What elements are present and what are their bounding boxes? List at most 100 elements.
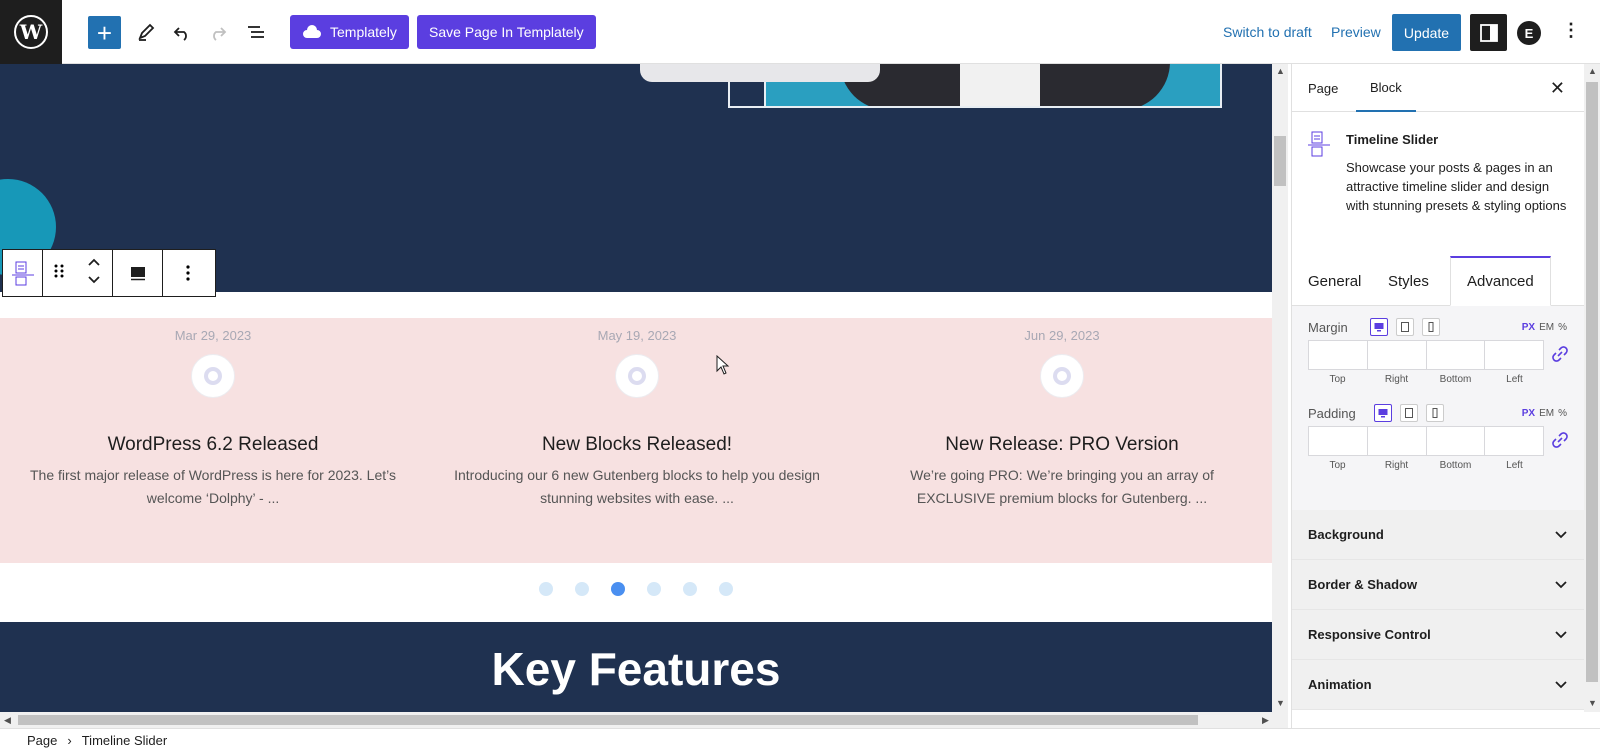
unit-percent[interactable]: % bbox=[1558, 322, 1567, 333]
chevron-down-icon bbox=[1555, 680, 1567, 688]
padding-bottom-input[interactable] bbox=[1427, 427, 1486, 455]
editor-top-bar: W + Templately Save Page In Templately S… bbox=[0, 0, 1600, 64]
padding-top-input[interactable] bbox=[1309, 427, 1368, 455]
scroll-down-icon[interactable]: ▼ bbox=[1588, 698, 1597, 708]
redo-icon[interactable] bbox=[206, 20, 230, 44]
scroll-down-icon[interactable]: ▼ bbox=[1276, 698, 1285, 708]
preview-button[interactable]: Preview bbox=[1331, 24, 1381, 40]
slider-dot[interactable] bbox=[611, 582, 625, 596]
align-button[interactable] bbox=[113, 250, 163, 296]
update-button[interactable]: Update bbox=[1392, 14, 1461, 51]
canvas-horizontal-scrollbar[interactable]: ◀ ▶ bbox=[0, 712, 1288, 728]
mobile-icon[interactable] bbox=[1426, 404, 1444, 422]
move-controls bbox=[43, 250, 113, 296]
padding-left-input[interactable] bbox=[1485, 427, 1543, 455]
unit-px[interactable]: PX bbox=[1522, 322, 1535, 333]
tablet-icon[interactable] bbox=[1400, 404, 1418, 422]
block-title: Timeline Slider bbox=[1346, 132, 1439, 147]
tab-page[interactable]: Page bbox=[1308, 64, 1338, 112]
add-block-button[interactable]: + bbox=[88, 16, 121, 49]
panel-border-shadow[interactable]: Border & Shadow bbox=[1292, 560, 1585, 610]
slider-dot[interactable] bbox=[719, 582, 733, 596]
block-type-icon[interactable] bbox=[3, 250, 43, 296]
settings-panel-toggle[interactable] bbox=[1470, 14, 1507, 51]
margin-label: Margin bbox=[1308, 320, 1348, 335]
timeline-title: New Blocks Released! bbox=[541, 434, 733, 455]
templately-button[interactable]: Templately bbox=[290, 15, 409, 49]
padding-device-switcher bbox=[1374, 404, 1444, 422]
sidebar-scrollbar[interactable]: ▲ ▼ bbox=[1584, 64, 1600, 712]
margin-top-input[interactable] bbox=[1309, 341, 1368, 369]
timeline-date: May 19, 2023 bbox=[597, 328, 677, 343]
margin-left-input[interactable] bbox=[1485, 341, 1543, 369]
move-up-down-icon[interactable] bbox=[87, 257, 101, 290]
tab-advanced[interactable]: Advanced bbox=[1450, 256, 1551, 306]
margin-right-input[interactable] bbox=[1368, 341, 1427, 369]
unit-percent[interactable]: % bbox=[1558, 408, 1567, 419]
panel-background[interactable]: Background bbox=[1292, 510, 1585, 560]
drag-handle-icon[interactable] bbox=[54, 263, 64, 284]
scroll-left-icon[interactable]: ◀ bbox=[4, 715, 11, 726]
scroll-thumb[interactable] bbox=[1586, 82, 1598, 682]
unit-em[interactable]: EM bbox=[1539, 322, 1554, 333]
tab-styles[interactable]: Styles bbox=[1388, 256, 1429, 306]
chevron-down-icon bbox=[1555, 580, 1567, 588]
panel-title: Animation bbox=[1308, 677, 1372, 692]
templately-label: Templately bbox=[330, 24, 397, 40]
breadcrumb-page[interactable]: Page bbox=[27, 733, 57, 748]
block-options-button[interactable] bbox=[163, 250, 213, 296]
tab-general[interactable]: General bbox=[1308, 256, 1361, 306]
panel-responsive-control[interactable]: Responsive Control bbox=[1292, 610, 1585, 660]
tablet-icon[interactable] bbox=[1396, 318, 1414, 336]
padding-inputs bbox=[1308, 426, 1544, 456]
margin-bottom-input[interactable] bbox=[1427, 341, 1486, 369]
desktop-icon[interactable] bbox=[1370, 318, 1388, 336]
tab-block[interactable]: Block bbox=[1356, 64, 1416, 112]
timeline-date: Jun 29, 2023 bbox=[1024, 328, 1100, 343]
panel-title: Background bbox=[1308, 527, 1384, 542]
mobile-icon[interactable] bbox=[1422, 318, 1440, 336]
desktop-icon[interactable] bbox=[1374, 404, 1392, 422]
side-label-bottom: Bottom bbox=[1439, 374, 1472, 385]
unit-em[interactable]: EM bbox=[1539, 408, 1554, 419]
link-values-icon[interactable] bbox=[1552, 346, 1568, 362]
key-features-section: Key Features bbox=[0, 622, 1272, 712]
section-heading: Key Features bbox=[491, 643, 781, 695]
switch-to-draft-button[interactable]: Switch to draft bbox=[1223, 24, 1312, 40]
timeline-slider-block[interactable]: Mar 29, 2023 WordPress 6.2 Released The … bbox=[0, 318, 1272, 563]
undo-icon[interactable] bbox=[170, 20, 194, 44]
list-view-icon[interactable] bbox=[244, 20, 268, 44]
canvas-vertical-scrollbar[interactable]: ▲ ▼ bbox=[1272, 64, 1288, 712]
chevron-down-icon bbox=[1555, 530, 1567, 538]
slider-dot[interactable] bbox=[647, 582, 661, 596]
scroll-thumb[interactable] bbox=[1274, 136, 1286, 186]
panel-animation[interactable]: Animation bbox=[1292, 660, 1585, 710]
edit-tool-icon[interactable] bbox=[134, 20, 158, 44]
breadcrumb-timeline-slider[interactable]: Timeline Slider bbox=[82, 733, 168, 748]
scroll-up-icon[interactable]: ▲ bbox=[1588, 66, 1597, 76]
margin-inputs bbox=[1308, 340, 1544, 370]
scroll-right-icon[interactable]: ▶ bbox=[1262, 715, 1269, 726]
sidebar-layout-icon bbox=[1479, 23, 1498, 42]
slider-dot[interactable] bbox=[539, 582, 553, 596]
side-label-right: Right bbox=[1384, 374, 1409, 385]
block-description: Showcase your posts & pages in an attrac… bbox=[1346, 160, 1567, 213]
side-label-top: Top bbox=[1329, 374, 1346, 385]
slider-dot[interactable] bbox=[683, 582, 697, 596]
padding-right-input[interactable] bbox=[1368, 427, 1427, 455]
timeline-excerpt: We’re going PRO: We’re bringing you an a… bbox=[910, 467, 1214, 506]
wordpress-logo-button[interactable]: W bbox=[0, 0, 62, 64]
scroll-thumb[interactable] bbox=[18, 715, 1198, 725]
link-values-icon[interactable] bbox=[1552, 432, 1568, 448]
save-in-templately-button[interactable]: Save Page In Templately bbox=[417, 15, 596, 49]
side-label-right: Right bbox=[1384, 460, 1409, 471]
timeline-marker-icon bbox=[1040, 354, 1084, 398]
close-icon[interactable]: ✕ bbox=[1550, 78, 1565, 99]
unit-px[interactable]: PX bbox=[1522, 408, 1535, 419]
options-menu-icon[interactable]: ⋮ bbox=[1562, 20, 1580, 41]
scroll-up-icon[interactable]: ▲ bbox=[1276, 66, 1285, 76]
block-toolbar bbox=[2, 249, 216, 297]
more-vertical-icon bbox=[186, 265, 190, 281]
slider-dot[interactable] bbox=[575, 582, 589, 596]
essential-blocks-icon[interactable]: E bbox=[1517, 21, 1541, 45]
